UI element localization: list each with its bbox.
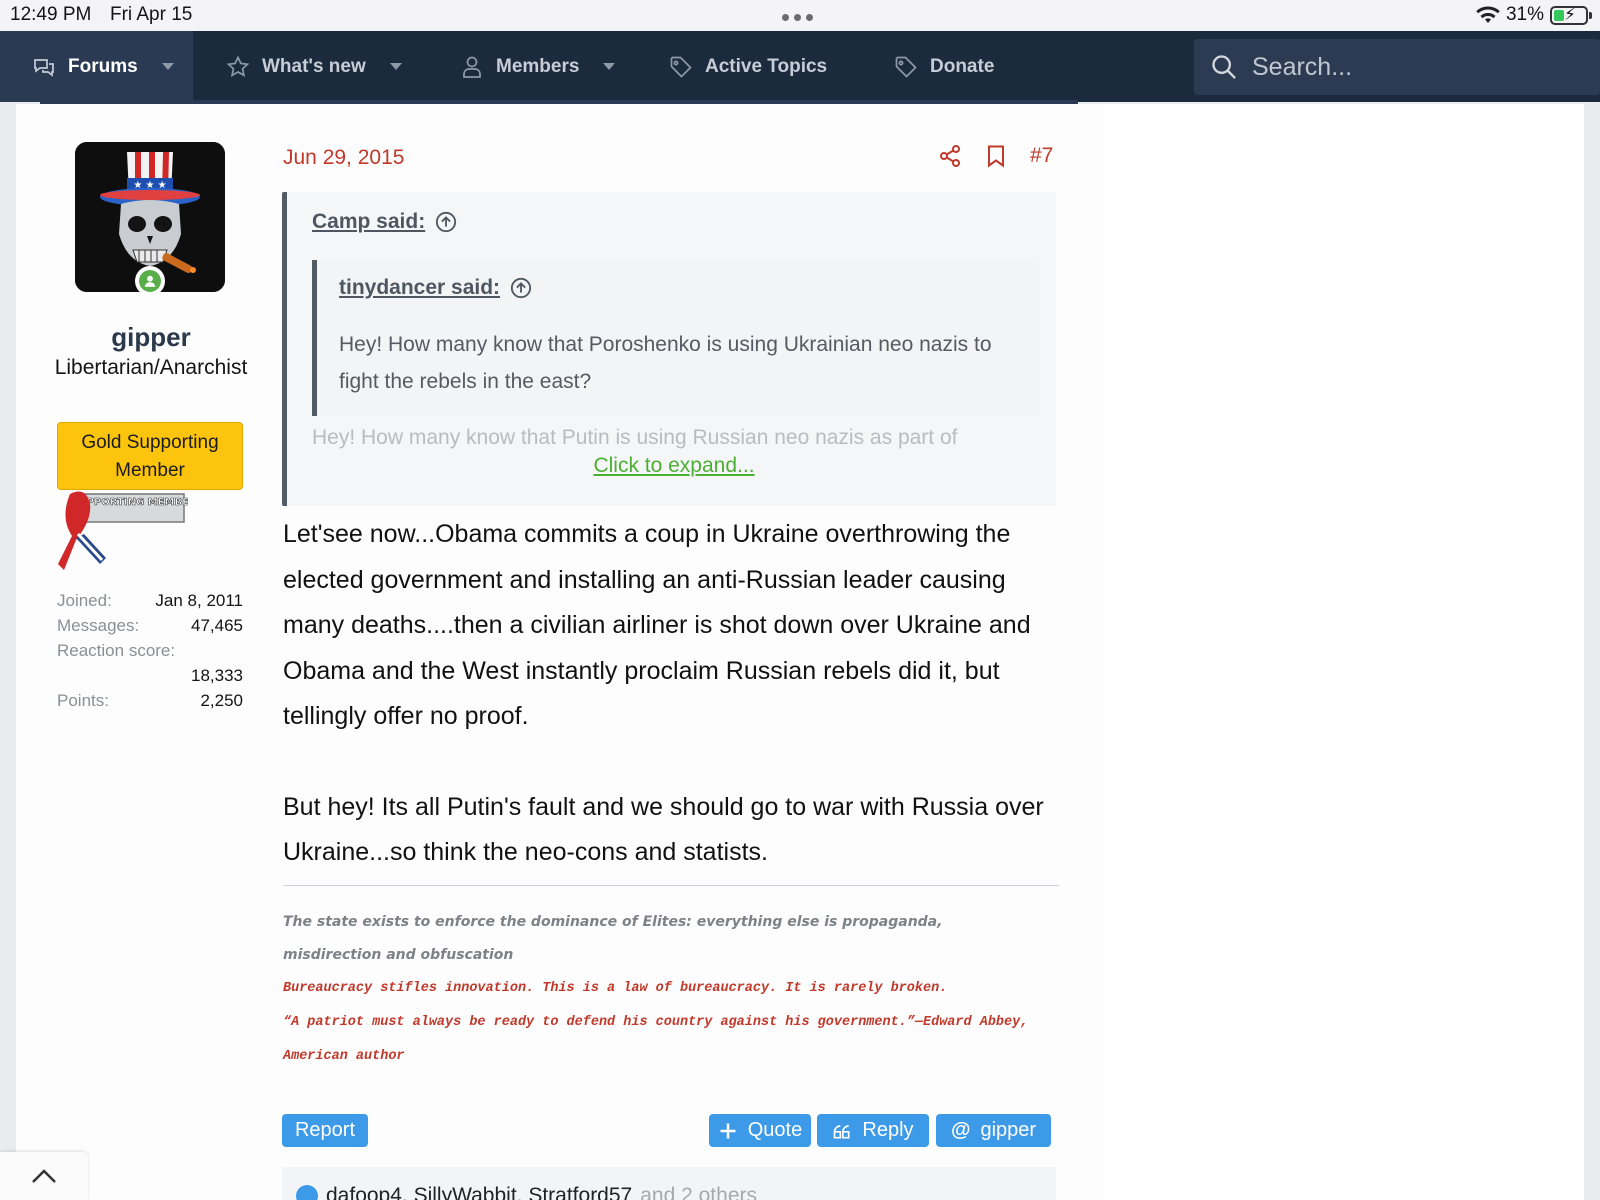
- search-icon: [1212, 55, 1236, 79]
- post-actions: #7: [938, 144, 1053, 168]
- star-icon: [226, 55, 250, 77]
- post-paragraph: Let'see now...Obama commits a coup in Uk…: [283, 520, 1031, 730]
- tab-donate[interactable]: Donate: [894, 31, 994, 102]
- right-gutter: [1104, 104, 1584, 1200]
- scroll-to-top-button[interactable]: [0, 1152, 88, 1200]
- gold-supporting-badge: Gold Supporting Member: [57, 422, 243, 490]
- chevron-down-icon[interactable]: [389, 63, 402, 70]
- signature: The state exists to enforce the dominanc…: [283, 906, 1043, 1074]
- reaction-others[interactable]: and 2 others: [640, 1184, 757, 1200]
- status-right: 31% ⚡: [1476, 4, 1592, 26]
- quote-faded-text: Hey! How many know that Putin is using R…: [312, 426, 958, 449]
- tag-icon: [670, 56, 692, 78]
- nested-quote: tinydancer said: Hey! How many know that…: [312, 260, 1038, 416]
- at-icon: @: [950, 1119, 971, 1141]
- report-button[interactable]: Report: [282, 1114, 368, 1147]
- quote-author[interactable]: Camp said:: [312, 210, 457, 234]
- tab-whats-new[interactable]: What's new: [226, 31, 402, 102]
- battery-percent: 31%: [1505, 4, 1544, 25]
- tag-icon: [895, 56, 917, 78]
- post-body: Let'see now...Obama commits a coup in Uk…: [283, 512, 1063, 921]
- stat-reaction-label: Reaction score:: [57, 641, 176, 660]
- battery-charging-icon: ⚡: [1550, 5, 1592, 25]
- supporting-member-ribbon: SUPPORTING MEMBER: [56, 490, 197, 574]
- arrow-up-circle-icon[interactable]: [435, 211, 457, 233]
- nested-quote-author[interactable]: tinydancer said:: [339, 276, 532, 300]
- chevron-down-icon[interactable]: [161, 63, 174, 70]
- signature-line: The state exists to enforce the dominanc…: [283, 914, 943, 963]
- quote-marks-icon: [834, 1124, 850, 1138]
- username[interactable]: gipper: [46, 322, 256, 353]
- chevron-up-icon: [32, 1169, 56, 1183]
- reactions-bar[interactable]: dafoop4, SillyWabbit, Stratford57 and 2 …: [282, 1167, 1056, 1200]
- post-number[interactable]: #7: [1030, 144, 1053, 168]
- status-time: 12:49 PM: [10, 4, 92, 25]
- share-icon[interactable]: [938, 144, 962, 168]
- multitasking-dots[interactable]: [782, 14, 813, 21]
- search-input[interactable]: [1252, 52, 1572, 82]
- reply-button[interactable]: Reply: [817, 1114, 929, 1147]
- tab-members[interactable]: Members: [460, 31, 616, 102]
- search-box[interactable]: [1194, 39, 1600, 95]
- user-icon: [463, 56, 481, 78]
- tab-forums[interactable]: Forums: [0, 31, 193, 102]
- click-to-expand-link[interactable]: Click to expand...: [287, 454, 1061, 478]
- quote-button[interactable]: Quote: [709, 1114, 811, 1147]
- quote-block: Camp said: tinydancer said: Hey! How man…: [282, 192, 1056, 506]
- post-date[interactable]: Jun 29, 2015: [283, 146, 404, 170]
- post-paragraph: But hey! Its all Putin's fault and we sh…: [283, 792, 1044, 867]
- signature-divider: [283, 885, 1059, 886]
- status-date: Fri Apr 15: [110, 4, 193, 25]
- plus-icon: [720, 1123, 736, 1138]
- user-stats: Joined: Jan 8, 2011 Messages: 47,465 React…: [57, 588, 243, 713]
- post-container: ★ ★ ★ gipper Libertarian/Anarchist Gold …: [16, 104, 1584, 1200]
- signature-line: “A patriot must always be ready to defen…: [283, 1015, 1029, 1064]
- reaction-users[interactable]: dafoop4, SillyWabbit, Stratford57: [326, 1184, 632, 1200]
- like-icon: [296, 1185, 318, 1200]
- mention-button[interactable]: @ gipper: [936, 1114, 1051, 1147]
- signature-line: Bureaucracy stifles innovation. This is …: [283, 981, 948, 996]
- wifi-icon: [1476, 6, 1500, 24]
- status-bar: 12:49 PM Fri Apr 15 31% ⚡: [0, 0, 1600, 31]
- chevron-down-icon[interactable]: [603, 63, 616, 70]
- stat-points: Points: 2,250: [57, 691, 243, 710]
- stat-messages: Messages: 47,465: [57, 616, 243, 635]
- user-title: Libertarian/Anarchist: [54, 356, 248, 379]
- stat-joined: Joined: Jan 8, 2011: [57, 591, 243, 610]
- stat-reaction: 18,333: [191, 666, 243, 685]
- nested-quote-text: Hey! How many know that Poroshenko is us…: [339, 333, 992, 393]
- arrow-up-circle-icon[interactable]: [510, 277, 532, 299]
- bookmark-icon[interactable]: [984, 144, 1008, 168]
- chat-bubbles-icon: [34, 58, 54, 77]
- online-status-icon: [135, 266, 165, 296]
- tab-active-topics[interactable]: Active Topics: [669, 31, 827, 102]
